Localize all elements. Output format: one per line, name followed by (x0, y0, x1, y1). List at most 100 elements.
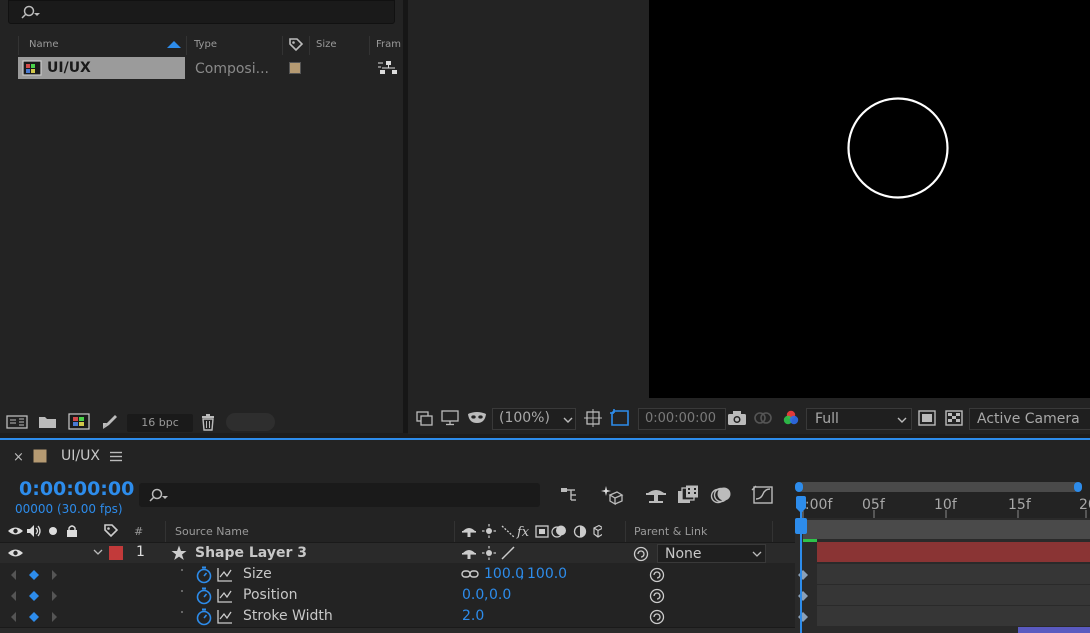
mask-visibility-icon[interactable] (467, 410, 487, 426)
expression-pick-whip-icon[interactable] (649, 588, 665, 604)
label-tag-icon[interactable] (288, 37, 304, 53)
video-visibility-icon[interactable] (8, 548, 23, 558)
keyframe-navigator[interactable] (10, 611, 62, 623)
parent-dropdown[interactable]: None (657, 544, 766, 563)
expression-pick-whip-icon[interactable] (649, 567, 665, 583)
viewer-timecode-value: 0:00:00:00 (645, 411, 717, 426)
column-frame[interactable]: Fram (376, 39, 401, 50)
region-of-interest-icon[interactable] (609, 408, 631, 428)
interpret-footage-icon[interactable] (6, 414, 28, 430)
frame-blend-switch[interactable] (574, 546, 588, 560)
property-value-x[interactable]: 100.0 (484, 566, 524, 582)
thumbnail-scrollbar[interactable] (226, 413, 275, 431)
property-value-x[interactable]: 0.0 (462, 587, 484, 603)
composition-flowchart-icon[interactable] (560, 486, 582, 504)
camera-view-dropdown[interactable]: Active Camera (969, 408, 1090, 430)
layer-switches[interactable] (462, 546, 522, 562)
layer-duration-bar-partial[interactable] (1018, 627, 1090, 633)
flowchart-icon[interactable] (378, 60, 400, 76)
current-time-display[interactable]: 0:00:00:00 (19, 478, 134, 500)
property-value-y[interactable]: 0.0 (489, 587, 511, 603)
constrain-proportions-icon[interactable] (461, 569, 479, 579)
effect-switch[interactable] (555, 546, 569, 560)
graph-editor-icon[interactable] (751, 484, 775, 506)
column-parent-link[interactable]: Parent & Link (634, 525, 707, 538)
magnification-dropdown[interactable]: (100%) (492, 408, 576, 430)
composition-canvas[interactable] (649, 0, 1090, 398)
draft-3d-icon[interactable] (600, 484, 624, 506)
new-composition-icon[interactable] (68, 413, 90, 431)
always-preview-icon[interactable] (416, 411, 434, 427)
graph-icon[interactable] (217, 567, 233, 582)
column-name[interactable]: Name (29, 39, 59, 50)
lock-icon[interactable] (66, 524, 78, 538)
layer-row[interactable]: 1 Shape Layer 3 None (0, 542, 795, 563)
new-folder-icon[interactable] (38, 414, 58, 430)
layer-duration-bar[interactable] (817, 542, 1090, 562)
layer-name[interactable]: Shape Layer 3 (195, 545, 307, 561)
fast-previews-icon[interactable] (918, 410, 936, 426)
work-area-start-handle[interactable] (795, 482, 803, 492)
column-source-name[interactable]: Source Name (175, 525, 249, 538)
solo-switch[interactable] (45, 546, 59, 560)
property-value[interactable]: 2.0 (462, 608, 484, 624)
sort-ascending-icon[interactable] (167, 40, 181, 48)
chevron-down-icon[interactable] (93, 549, 103, 557)
work-area-bar[interactable] (795, 482, 1082, 492)
video-visibility-icon[interactable] (8, 526, 23, 536)
layer-row-partial[interactable] (0, 627, 795, 633)
column-divider (454, 521, 455, 542)
motion-blur-icon[interactable] (710, 485, 732, 505)
property-row-position[interactable]: Position 0.0 , 0.0 (0, 585, 795, 606)
show-snapshot-icon[interactable] (753, 409, 773, 427)
viewer-timecode[interactable]: 0:00:00:00 (638, 408, 726, 430)
shape-layer-circle[interactable] (846, 96, 950, 200)
panel-menu-icon[interactable] (110, 451, 122, 462)
frame-blending-icon[interactable] (677, 485, 699, 505)
project-column-header: Name Type Size Fram (0, 36, 403, 55)
grid-guides-icon[interactable] (584, 409, 602, 427)
expression-pick-whip-icon[interactable] (649, 609, 665, 625)
motion-blur-switch[interactable] (593, 546, 607, 560)
column-size[interactable]: Size (316, 39, 337, 50)
property-name: Stroke Width (243, 608, 333, 624)
lock-switch[interactable] (65, 546, 79, 560)
graph-icon[interactable] (217, 609, 233, 624)
close-tab-icon[interactable]: × (13, 450, 24, 465)
solo-icon[interactable] (48, 526, 58, 536)
hide-shy-layers-icon[interactable] (645, 485, 667, 505)
property-row-size[interactable]: Size 100.0 , 100.0 (0, 564, 795, 585)
label-tag-icon[interactable] (103, 523, 119, 539)
work-area-end-handle[interactable] (1074, 482, 1082, 492)
3d-layer-switch[interactable] (612, 546, 626, 560)
color-depth-button[interactable]: 16 bpc (127, 414, 193, 432)
property-row-stroke-width[interactable]: Stroke Width 2.0 (0, 606, 795, 627)
search-icon (21, 5, 40, 19)
playhead-handle[interactable] (795, 496, 807, 540)
label-color-swatch[interactable] (289, 62, 301, 74)
keyframe-navigator[interactable] (10, 569, 62, 581)
render-queue-icon[interactable] (101, 413, 119, 431)
color-channels-icon[interactable] (782, 409, 800, 427)
project-item-row[interactable]: UI/UX Composi... (0, 57, 403, 79)
timeline-search-input[interactable] (139, 483, 540, 507)
column-type[interactable]: Type (194, 39, 217, 50)
trash-icon[interactable] (200, 413, 216, 431)
graph-icon[interactable] (217, 588, 233, 603)
keyframe-navigator[interactable] (10, 590, 62, 602)
comp-duration-bar (803, 520, 1090, 539)
project-search-input[interactable] (8, 0, 395, 24)
stopwatch-icon[interactable] (195, 566, 213, 584)
property-value-y[interactable]: 100.0 (527, 566, 567, 582)
transparency-grid-icon[interactable] (945, 410, 963, 426)
layer-switches-header[interactable]: fx (462, 524, 602, 540)
snapshot-camera-icon[interactable] (727, 410, 747, 426)
layer-label-color[interactable] (109, 546, 123, 560)
resolution-dropdown[interactable]: Full (806, 408, 912, 430)
monitor-icon[interactable] (441, 410, 459, 426)
stopwatch-icon[interactable] (195, 608, 213, 626)
stopwatch-icon[interactable] (195, 587, 213, 605)
pick-whip-icon[interactable] (633, 546, 649, 562)
column-layer-number[interactable]: # (134, 525, 143, 538)
audio-icon[interactable] (26, 524, 42, 538)
